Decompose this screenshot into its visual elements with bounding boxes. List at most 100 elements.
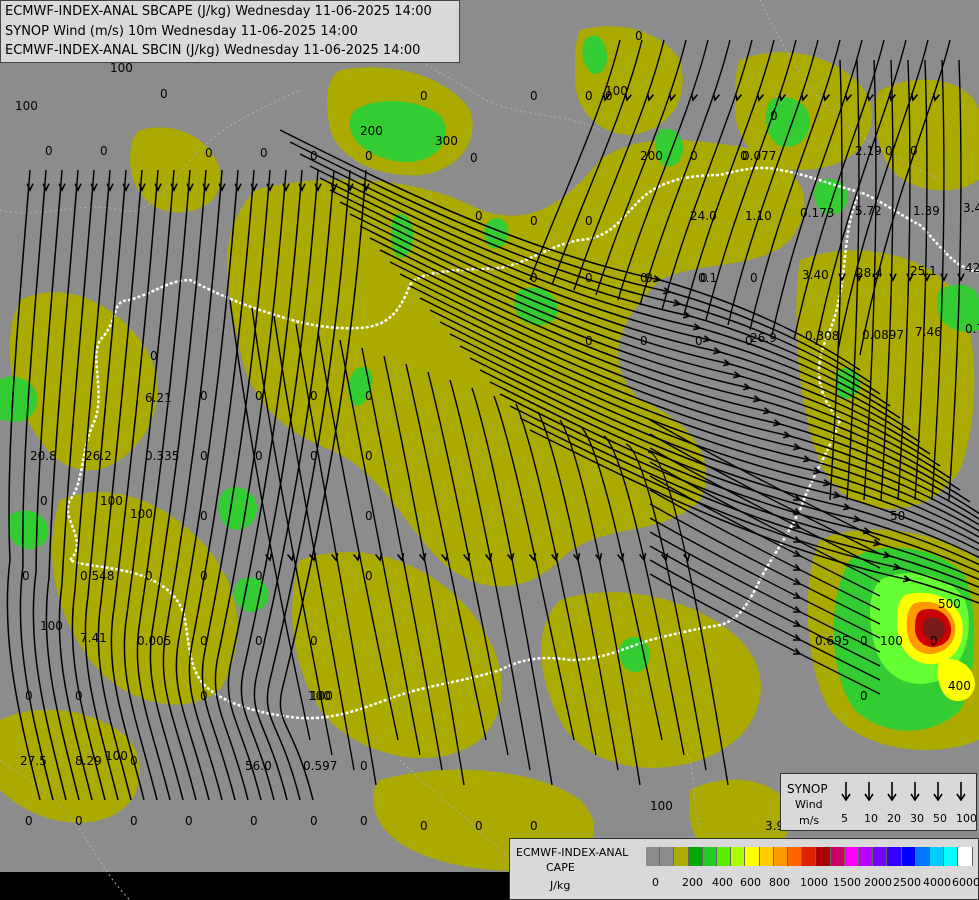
streamline-arrowhead bbox=[286, 553, 295, 562]
cin-value-label: 0 bbox=[255, 449, 263, 463]
cape-legend-variable: CAPE bbox=[546, 861, 575, 874]
cin-value-label: 500 bbox=[938, 597, 961, 611]
cape-legend-swatch bbox=[702, 847, 717, 866]
cin-value-label: 0 bbox=[45, 144, 53, 158]
cape-legend-swatch bbox=[816, 847, 831, 866]
synop-legend-speed: 100 bbox=[956, 812, 977, 825]
cin-value-label: 7.41 bbox=[80, 631, 107, 645]
cin-value-label: 0 bbox=[150, 349, 158, 363]
cin-value-label: 2.19 bbox=[855, 144, 882, 158]
streamline-arrowhead bbox=[866, 93, 875, 102]
weather-map: 100 0 100 0 0 0 0 0 0 0 0 0 200 300 0 0 0 100 0 0 200 0 0.077 2… bbox=[0, 0, 979, 900]
cin-value-label: 0 bbox=[585, 271, 593, 285]
cin-value-label: 0 bbox=[420, 89, 428, 103]
streamline-arrowhead bbox=[712, 93, 721, 102]
cape-legend-tick: 800 bbox=[769, 876, 790, 889]
cin-value-label: 0 bbox=[910, 144, 918, 158]
cin-value-label: 0 bbox=[25, 814, 33, 828]
cin-value-label: 26.9 bbox=[750, 331, 777, 345]
cin-value-label: 0 bbox=[475, 819, 483, 833]
synop-wind-legend: SYNOP Wind m/s 5 10 20 30 50 100 bbox=[780, 773, 977, 831]
cape-legend-swatch bbox=[887, 847, 902, 866]
cin-value-label: 0.308 bbox=[805, 329, 839, 343]
cin-value-label: 100 bbox=[880, 634, 903, 648]
wind-streamline bbox=[123, 169, 175, 801]
cin-value-label: 0 bbox=[130, 754, 138, 768]
cape-legend-swatch bbox=[844, 847, 859, 866]
cape-legend-tick: 1500 bbox=[833, 876, 861, 889]
cin-value-label: 0 bbox=[930, 634, 938, 648]
cin-value-label: 0.005 bbox=[137, 634, 171, 648]
cin-value-label: 0 bbox=[255, 634, 263, 648]
cin-value-label: 0 bbox=[200, 689, 208, 703]
cin-value-label: 0 bbox=[145, 569, 153, 583]
cin-value-label: 0 bbox=[360, 814, 368, 828]
cin-value-label: 0 bbox=[40, 494, 48, 508]
cin-value-label: 0 bbox=[22, 569, 30, 583]
cape-legend-swatch bbox=[731, 847, 746, 866]
cin-value-label: 100 bbox=[308, 689, 331, 703]
cin-value-label: 0 bbox=[310, 634, 318, 648]
cin-value-label: 0 bbox=[260, 146, 268, 160]
cape-legend-swatch bbox=[717, 847, 732, 866]
cin-value-label: 0 bbox=[695, 334, 703, 348]
cin-value-label: 100 bbox=[130, 507, 153, 521]
cin-value-label: 0 bbox=[585, 89, 593, 103]
cin-value-label: 0 bbox=[310, 814, 318, 828]
cape-legend-swatch bbox=[660, 847, 675, 866]
cin-value-label: 100 bbox=[605, 84, 628, 98]
cin-value-label: 0 bbox=[530, 271, 538, 285]
cin-value-label: 0 bbox=[205, 146, 213, 160]
cape-legend-swatch bbox=[830, 847, 845, 866]
header-line-synop: SYNOP Wind (m/s) 10m Wednesday 11-06-202… bbox=[5, 24, 358, 39]
cin-value-label: 0 bbox=[360, 759, 368, 773]
cin-value-label: 25.1 bbox=[910, 264, 937, 278]
cin-value-label: 0 bbox=[130, 814, 138, 828]
cape-legend-swatch bbox=[958, 847, 973, 866]
cin-value-label: 1.39 bbox=[913, 204, 940, 218]
header-line-cape: ECMWF-INDEX-ANAL SBCAPE (J/kg) Wednesday… bbox=[5, 4, 432, 19]
cin-value-label: 26.2 bbox=[85, 449, 112, 463]
cin-value-label: 0 bbox=[585, 334, 593, 348]
cin-value-label: 0 bbox=[860, 689, 868, 703]
cin-value-label: 0 bbox=[250, 814, 258, 828]
cape-legend-swatch bbox=[759, 847, 774, 866]
cin-value-label: 0.597 bbox=[303, 759, 337, 773]
cin-value-label: 100 bbox=[15, 99, 38, 113]
cin-value-label: 0 bbox=[585, 214, 593, 228]
cin-value-label: 100 bbox=[100, 494, 123, 508]
cin-value-label: 0 bbox=[365, 389, 373, 403]
streamline-arrowhead bbox=[418, 553, 427, 562]
cape-legend-swatch bbox=[930, 847, 945, 866]
streamline-arrowhead bbox=[690, 93, 699, 102]
cape-legend-tick: 2500 bbox=[893, 876, 921, 889]
cape-legend-swatch bbox=[915, 847, 930, 866]
cape-legend-tick: 0 bbox=[652, 876, 659, 889]
cape-legend-swatch bbox=[688, 847, 703, 866]
cin-value-label: 3.44 bbox=[963, 201, 979, 215]
cin-value-label: 7.46 bbox=[915, 325, 942, 339]
cape-legend-swatch bbox=[646, 847, 661, 866]
cin-value-label: 0 bbox=[530, 89, 538, 103]
map-header: ECMWF-INDEX-ANAL SBCAPE (J/kg) Wednesday… bbox=[0, 0, 460, 63]
cin-value-label: 0 bbox=[310, 389, 318, 403]
cin-value-label: 0.077 bbox=[742, 149, 776, 163]
cin-value-label: 6.21 bbox=[145, 391, 172, 405]
cin-value-label: 0 bbox=[475, 209, 483, 223]
cin-value-label: 0 bbox=[200, 509, 208, 523]
cin-value-label: 0.0897 bbox=[862, 328, 904, 342]
cin-value-label: 0 bbox=[365, 569, 373, 583]
cin-value-label: 0.695 bbox=[815, 634, 849, 648]
cin-value-label: 0 bbox=[530, 214, 538, 228]
cape-legend-swatch bbox=[674, 847, 689, 866]
cape-color-legend: ECMWF-INDEX-ANAL CAPE J/kg 0 200 400 600 800… bbox=[509, 838, 979, 900]
wind-streamline bbox=[45, 169, 80, 801]
cin-value-label: 100 bbox=[650, 799, 673, 813]
header-line-cin: ECMWF-INDEX-ANAL SBCIN (J/kg) Wednesday … bbox=[5, 43, 421, 58]
cin-value-label: 56.0 bbox=[245, 759, 272, 773]
map-canvas: 10001000 0 0 0 0 0 00 02003000 0010000200 00.077 2… bbox=[0, 0, 979, 900]
cin-value-label: 0 bbox=[310, 449, 318, 463]
cape-region-olive bbox=[541, 592, 761, 768]
cape-legend-tick: 6000 bbox=[952, 876, 979, 889]
cin-value-label: 0 bbox=[470, 151, 478, 165]
